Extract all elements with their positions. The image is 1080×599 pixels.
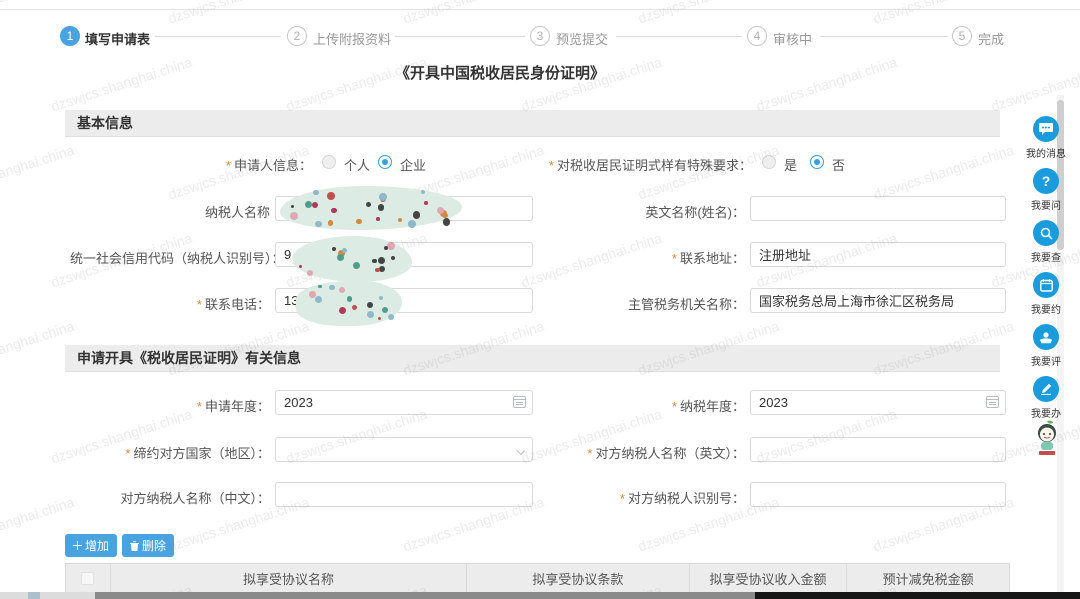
step-connector: [155, 36, 281, 37]
step-connector: [616, 36, 742, 37]
contact-address-label: *联系地址：: [545, 248, 745, 267]
step-2-circle: 2: [287, 26, 307, 46]
horizontal-scrollbar-thumb[interactable]: [95, 592, 755, 599]
counterpart-name-cn-label: 对方纳税人名称（中文）：: [70, 488, 270, 507]
select-all-checkbox[interactable]: [81, 572, 94, 585]
taxpayer-name-label: 纳税人名称: [70, 202, 270, 221]
column-header-agreement-name: 拟享受协议名称: [111, 564, 467, 592]
radio-enterprise[interactable]: [378, 155, 392, 169]
radio-individual[interactable]: [322, 155, 336, 169]
search-icon: [1033, 220, 1059, 246]
required-star: *: [672, 399, 677, 414]
trash-icon: [130, 541, 139, 551]
page-title: 《开具中国税收居民身份证明》: [0, 62, 1000, 83]
step-2-label: 上传附报资料: [313, 29, 391, 48]
step-4-circle: 4: [747, 26, 767, 46]
radio-yes[interactable]: [762, 155, 776, 169]
redaction-blob-taxpayer-name: [280, 186, 462, 230]
tax-resident-certificate-page: dzswjcs.shanghai.chinadzswjcs.shanghai.c…: [0, 0, 1080, 599]
delete-button[interactable]: 删除: [122, 534, 174, 557]
radio-yes-label[interactable]: 是: [784, 155, 797, 174]
required-star: *: [549, 158, 554, 173]
contact-phone-label: *联系电话：: [70, 294, 270, 313]
step-1-circle: 1: [60, 26, 80, 46]
counterpart-name-en-label: *对方纳税人名称（英文）：: [545, 443, 745, 462]
counterpart-name-cn-input[interactable]: [275, 482, 533, 507]
redaction-blob-contact-phone: [296, 281, 402, 326]
add-button[interactable]: 增加: [65, 534, 117, 557]
column-header-agreement-clause: 拟享受协议条款: [467, 564, 690, 592]
horizontal-scrollbar-thumb-dark[interactable]: [755, 592, 1080, 599]
required-star: *: [197, 399, 202, 414]
english-name-input[interactable]: [750, 196, 1006, 221]
column-header-income-amount: 拟享受协议收入金额: [690, 564, 848, 592]
plus-icon: [73, 541, 82, 550]
select-all-cell: [66, 564, 111, 592]
sidebar-item-label: 我要办: [1022, 405, 1070, 420]
redaction-blob-credit-code: [292, 236, 412, 282]
counterpart-name-en-input[interactable]: [750, 437, 1006, 462]
sidebar-item-messages[interactable]: 我的消息: [1022, 116, 1070, 160]
step-connector: [820, 36, 948, 37]
english-name-label: 英文名称(姓名)：: [545, 202, 745, 221]
required-star: *: [620, 491, 625, 506]
radio-no[interactable]: [810, 155, 824, 169]
step-5-circle: 5: [952, 26, 972, 46]
message-icon: [1033, 116, 1059, 142]
calendar-icon[interactable]: [986, 396, 999, 408]
tax-year-input[interactable]: [750, 390, 1006, 415]
assistant-mascot-icon[interactable]: [1030, 420, 1064, 461]
top-divider: [0, 9, 1080, 10]
contact-address-input[interactable]: [750, 242, 1006, 267]
sidebar-item-label: 我要查: [1022, 249, 1070, 264]
step-connector: [395, 36, 525, 37]
credit-code-label: 统一社会信用代码（纳税人识别号）：: [70, 248, 270, 267]
evaluate-icon: [1033, 324, 1059, 350]
radio-enterprise-label[interactable]: 企业: [400, 155, 426, 174]
section-header-basic-info: 基本信息: [65, 110, 1000, 137]
treaty-country-select[interactable]: [275, 437, 533, 462]
step-3-label: 预览提交: [556, 29, 608, 48]
sidebar-item-label: 我的消息: [1022, 145, 1070, 160]
sidebar-item-evaluate[interactable]: 我要评: [1022, 324, 1070, 368]
tax-authority-input[interactable]: [750, 288, 1006, 313]
sidebar-item-label: 我要约: [1022, 301, 1070, 316]
calendar-icon[interactable]: [513, 396, 526, 408]
calendar-icon: [1033, 272, 1059, 298]
question-icon: ?: [1033, 168, 1059, 194]
chevron-down-icon: [516, 446, 525, 455]
apply-year-input[interactable]: [275, 390, 533, 415]
sidebar-item-label: 我要问: [1022, 197, 1070, 212]
step-4-label: 审核中: [773, 29, 812, 48]
edit-icon: [1033, 376, 1059, 402]
required-star: *: [125, 446, 130, 461]
applicant-type-label: *申请人信息：: [120, 155, 312, 174]
horizontal-scrollbar-segment[interactable]: [28, 592, 40, 599]
agreement-table-header: 拟享受协议名称 拟享受协议条款 拟享受协议收入金额 预计减免税金额: [65, 563, 1010, 593]
required-star: *: [672, 251, 677, 266]
radio-individual-label[interactable]: 个人: [344, 155, 370, 174]
section-header-certificate-info: 申请开具《税收居民证明》有关信息: [65, 345, 1000, 372]
sidebar-item-label: 我要评: [1022, 353, 1070, 368]
counterpart-tax-id-input[interactable]: [750, 482, 1006, 507]
required-star: *: [197, 297, 202, 312]
tax-authority-label: 主管税务机关名称：: [545, 294, 745, 313]
tax-year-label: *纳税年度：: [545, 396, 745, 415]
horizontal-scrollbar[interactable]: [0, 592, 1080, 599]
treaty-country-label: *缔约对方国家（地区）：: [70, 443, 270, 462]
sidebar-item-search[interactable]: 我要查: [1022, 220, 1070, 264]
required-star: *: [587, 446, 592, 461]
sidebar-item-appointment[interactable]: 我要约: [1022, 272, 1070, 316]
required-star: *: [226, 158, 231, 173]
apply-year-label: *申请年度：: [70, 396, 270, 415]
sidebar-item-ask[interactable]: ? 我要问: [1022, 168, 1070, 212]
special-format-label: *对税收居民证明式样有特殊要求：: [540, 155, 752, 174]
sidebar-item-handle[interactable]: 我要办: [1022, 376, 1070, 420]
radio-no-label[interactable]: 否: [832, 155, 845, 174]
step-3-circle: 3: [530, 26, 550, 46]
counterpart-tax-id-label: *对方纳税人识别号：: [545, 488, 745, 507]
step-5-label: 完成: [978, 29, 1004, 48]
step-1-label: 填写申请表: [85, 29, 150, 48]
column-header-tax-reduction: 预计减免税金额: [847, 564, 1009, 592]
